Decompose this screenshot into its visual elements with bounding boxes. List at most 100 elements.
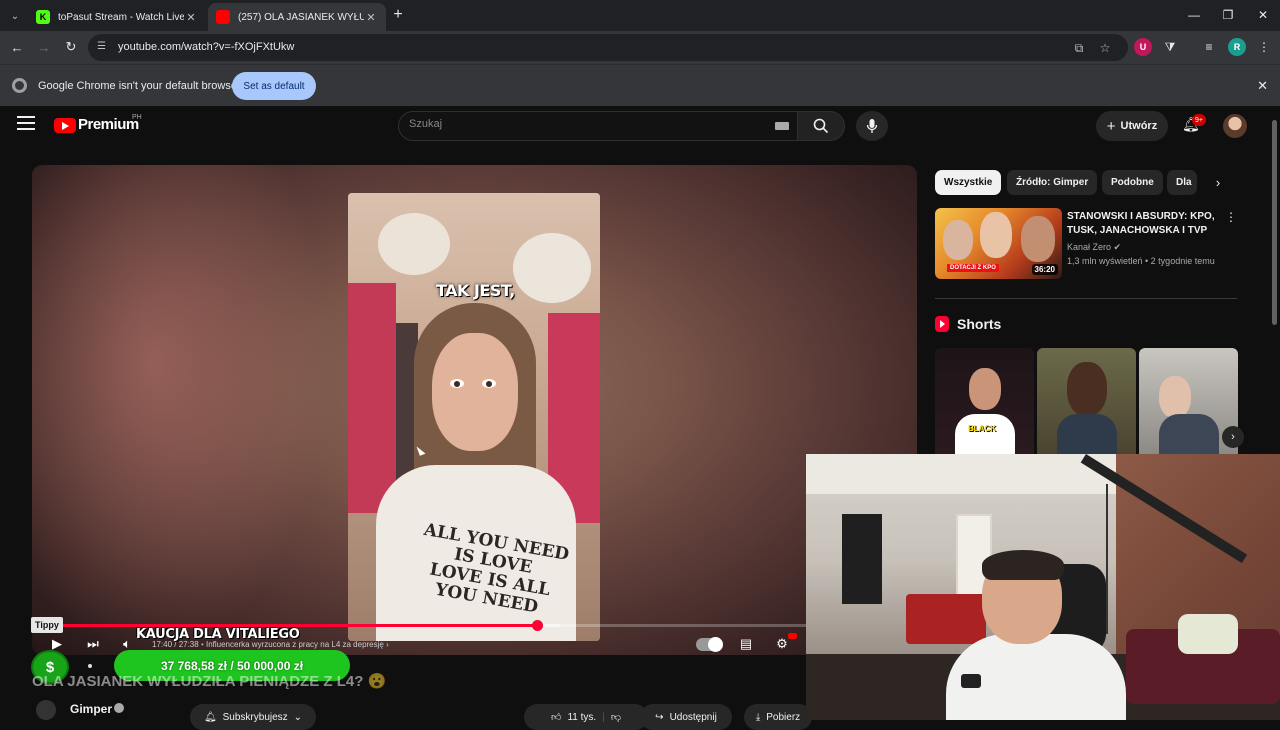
more-actions-icon[interactable]: ⋮ bbox=[1225, 210, 1237, 226]
chip-source[interactable]: Źródło: Gimper bbox=[1007, 170, 1098, 195]
maximize-icon[interactable]: ❐ bbox=[1216, 6, 1240, 24]
eye bbox=[450, 379, 464, 388]
create-label: Utwórz bbox=[1120, 120, 1158, 132]
subtitles-icon[interactable]: ▤ bbox=[737, 636, 755, 652]
bookmark-star-icon[interactable]: ☆ bbox=[1096, 39, 1114, 57]
video-thumbnail[interactable]: DOTACJI Z KPO 36:20 bbox=[935, 208, 1062, 279]
tab-close-icon[interactable]: ✕ bbox=[364, 11, 378, 24]
recommended-channel[interactable]: Kanał Zero ✔ bbox=[1067, 242, 1121, 253]
media-controls-icon[interactable]: ≡ bbox=[1200, 38, 1218, 56]
keyboard-icon[interactable] bbox=[775, 122, 789, 130]
forward-arrow-icon[interactable]: → bbox=[33, 36, 55, 58]
browser-toolbar: ← → ↻ ☰ youtube.com/watch?v=-fXOjFXtUkw … bbox=[0, 31, 1280, 64]
menu-hamburger-icon[interactable] bbox=[17, 116, 35, 132]
short-thumbnail[interactable]: BLACK bbox=[935, 348, 1034, 454]
reload-icon[interactable]: ↻ bbox=[60, 36, 82, 58]
short-person-body bbox=[1159, 414, 1219, 454]
channel-avatar[interactable] bbox=[36, 700, 56, 720]
page-scrollbar[interactable] bbox=[1272, 120, 1277, 325]
download-button[interactable]: ⤓ Pobierz bbox=[744, 704, 812, 730]
short-overlay-text: BLACK bbox=[968, 424, 996, 433]
profile-avatar[interactable]: R bbox=[1228, 38, 1246, 56]
address-bar[interactable]: ☰ youtube.com/watch?v=-fXOjFXtUkw ⧉ ☆ bbox=[88, 34, 1128, 61]
notification-count-badge: 9+ bbox=[1192, 114, 1206, 126]
country-code: PH bbox=[132, 114, 142, 121]
set-as-default-button[interactable]: Set as default bbox=[232, 72, 316, 100]
thumbnail-person bbox=[1021, 216, 1055, 262]
short-thumbnail[interactable] bbox=[1037, 348, 1136, 454]
short-person bbox=[1159, 376, 1191, 418]
streamer-webcam bbox=[806, 454, 1280, 720]
subscribed-button[interactable]: 🔔︎ Subskrybujesz ⌄ bbox=[190, 704, 316, 730]
microphone bbox=[961, 674, 981, 688]
subscribe-label: Subskrybujesz bbox=[222, 711, 288, 723]
voice-search-button[interactable] bbox=[856, 111, 888, 141]
chip-for-you[interactable]: Dla bbox=[1167, 170, 1197, 195]
kick-favicon-icon: K bbox=[36, 10, 50, 24]
browser-tab-youtube[interactable]: (257) OLA JASIANEK WYŁUDZIŁA ✕ bbox=[208, 3, 386, 31]
blanket bbox=[1178, 614, 1238, 654]
infobar-message: Google Chrome isn't your default browser bbox=[38, 80, 241, 92]
like-dislike-button[interactable]: 👍︎ 11 tys. | 👎︎ bbox=[524, 704, 648, 730]
paper-lamp bbox=[513, 233, 591, 303]
infobar-close-icon[interactable]: ✕ bbox=[1257, 78, 1268, 94]
tab-title: (257) OLA JASIANEK WYŁUDZIŁA bbox=[238, 11, 364, 23]
vertical-video-frame: ALL YOU NEED IS LOVE LOVE IS ALL YOU NEE… bbox=[348, 193, 600, 641]
minimize-icon[interactable]: — bbox=[1182, 6, 1206, 24]
share-button[interactable]: ↪ Udostępnij bbox=[640, 704, 732, 730]
site-info-icon[interactable]: ☰ bbox=[97, 41, 110, 54]
back-arrow-icon[interactable]: ← bbox=[6, 36, 28, 58]
channel-name[interactable]: Gimper bbox=[70, 702, 112, 716]
like-count: 11 tys. bbox=[567, 711, 597, 723]
microphone-icon bbox=[866, 119, 878, 133]
recommended-video[interactable]: DOTACJI Z KPO 36:20 STANOWSKI I ABSURDY:… bbox=[935, 208, 1240, 280]
shorts-title: Shorts bbox=[957, 316, 1002, 332]
browser-tab-kick[interactable]: K toPasut Stream - Watch Live on ✕ bbox=[28, 3, 206, 31]
next-video-icon[interactable]: ⏭ bbox=[84, 636, 102, 652]
new-tab-plus-icon[interactable]: + bbox=[389, 6, 407, 24]
youtube-logo-icon[interactable] bbox=[54, 118, 76, 133]
window-close-icon[interactable]: ✕ bbox=[1251, 6, 1275, 24]
woman-face bbox=[432, 333, 518, 451]
thumbs-up-icon[interactable]: 👍︎ bbox=[551, 711, 561, 723]
shorts-next-chevron-icon[interactable]: › bbox=[1222, 426, 1244, 448]
download-icon: ⤓ bbox=[755, 711, 761, 723]
verified-check-icon bbox=[114, 703, 124, 713]
section-divider bbox=[935, 298, 1237, 299]
account-avatar[interactable] bbox=[1223, 114, 1247, 138]
search-input[interactable] bbox=[409, 118, 769, 130]
chrome-menu-icon[interactable]: ⋮ bbox=[1255, 38, 1273, 56]
autoplay-toggle[interactable] bbox=[696, 637, 723, 652]
tab-search-chevron-icon[interactable]: ⌄ bbox=[4, 5, 26, 27]
chip-all[interactable]: Wszystkie bbox=[935, 170, 1002, 195]
channel-row: Gimper 🔔︎ Subskrybujesz ⌄ 👍︎ 11 tys. | 👎… bbox=[32, 698, 812, 730]
tab-close-icon[interactable]: ✕ bbox=[184, 11, 198, 24]
chip-related[interactable]: Podobne bbox=[1102, 170, 1163, 195]
tippy-label: Tippy bbox=[31, 617, 63, 633]
goal-headline: KAUCJA DLA VITALIEGO bbox=[136, 627, 300, 642]
chapter-chevron-icon[interactable]: › bbox=[386, 640, 389, 649]
youtube-premium-wordmark[interactable]: Premium bbox=[78, 116, 139, 133]
install-app-icon[interactable]: ⧉ bbox=[1070, 39, 1088, 57]
extension-u-icon[interactable]: U bbox=[1134, 38, 1152, 56]
channel-name: Kanał Zero bbox=[1067, 242, 1112, 252]
red-chairs bbox=[906, 594, 986, 644]
short-person bbox=[969, 368, 1001, 410]
chips-next-chevron-icon[interactable]: › bbox=[1209, 173, 1227, 191]
search-icon bbox=[813, 118, 829, 134]
blurred-background bbox=[32, 165, 332, 655]
recommended-title[interactable]: STANOWSKI I ABSURDY: KPO, TUSK, JANACHOW… bbox=[1067, 210, 1227, 238]
thumbs-down-icon[interactable]: 👎︎ bbox=[611, 711, 621, 723]
extensions-puzzle-icon[interactable]: ⧩ bbox=[1161, 38, 1179, 56]
share-label: Udostępnij bbox=[669, 711, 717, 723]
video-player[interactable]: ALL YOU NEED IS LOVE LOVE IS ALL YOU NEE… bbox=[32, 165, 917, 655]
url-text[interactable]: youtube.com/watch?v=-fXOjFXtUkw bbox=[118, 41, 294, 53]
speaker-tower bbox=[842, 514, 882, 604]
shorts-logo-icon bbox=[935, 316, 949, 332]
youtube-header: Premium PH + Utwórz 🔔︎ 9+ bbox=[0, 106, 1280, 146]
search-button[interactable] bbox=[797, 111, 845, 141]
create-button[interactable]: + Utwórz bbox=[1096, 111, 1168, 141]
share-arrow-icon: ↪ bbox=[655, 711, 664, 723]
recommended-meta: 1,3 mln wyświetleń • 2 tygodnie temu bbox=[1067, 256, 1215, 266]
verified-check-icon: ✔ bbox=[1113, 242, 1122, 252]
